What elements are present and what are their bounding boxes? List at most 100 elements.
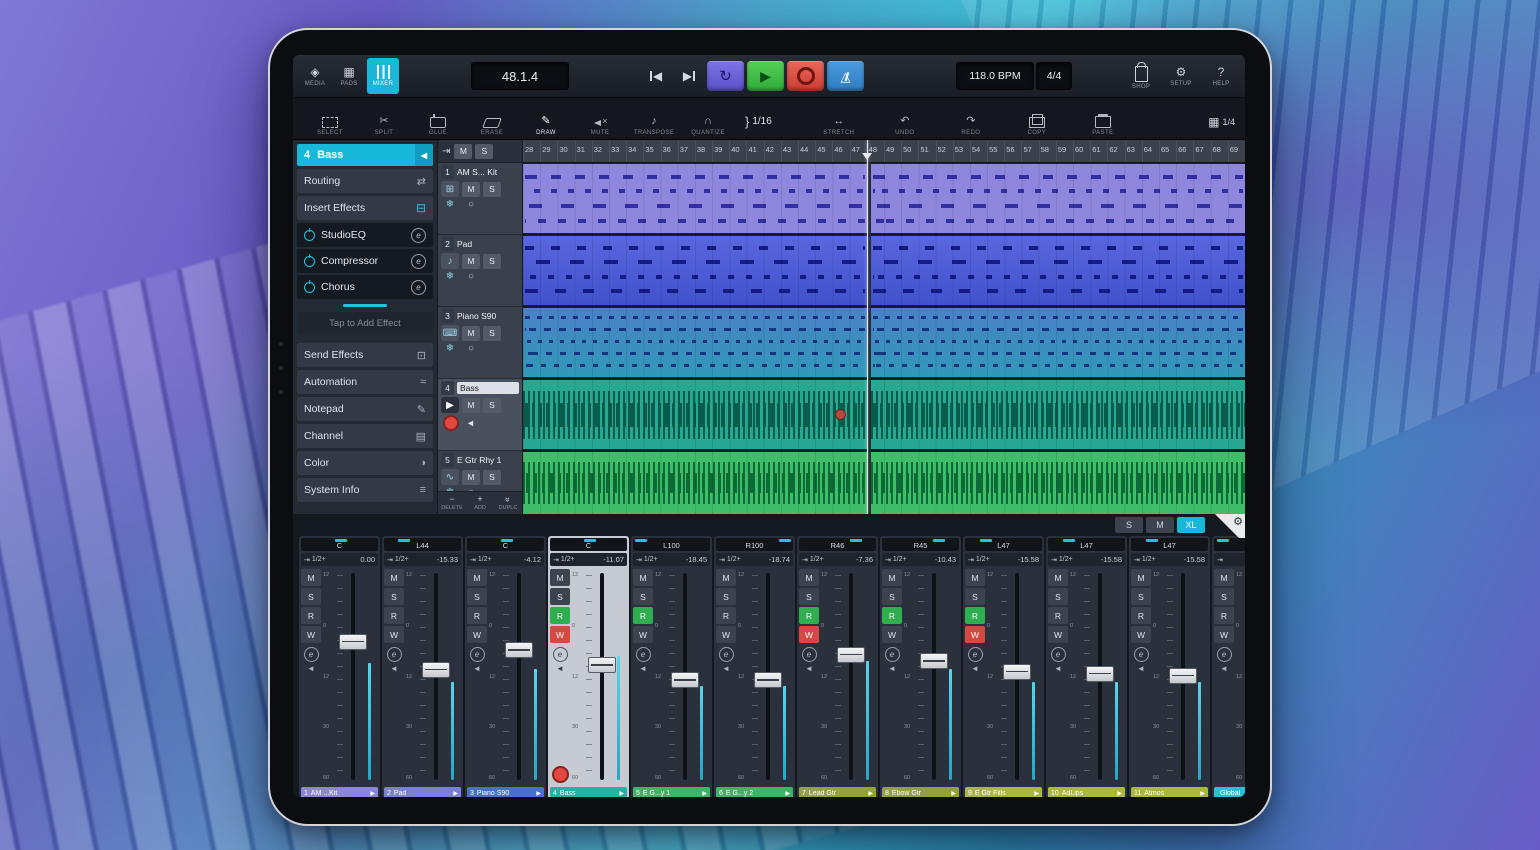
- track-solo-button[interactable]: S: [483, 398, 501, 413]
- inspector-collapse-button[interactable]: ◀: [415, 144, 433, 166]
- routing-row[interactable]: Routing ⇄: [297, 169, 433, 193]
- volume-fader[interactable]: 120123060: [655, 570, 707, 783]
- track-row[interactable]: 3 Piano S90 ⌨ M S ❄ ○: [438, 307, 522, 379]
- channel-solo-button[interactable]: S: [716, 588, 736, 605]
- channel-solo-button[interactable]: S: [633, 588, 653, 605]
- channel-eq-button[interactable]: e: [885, 647, 900, 662]
- auto-scroll-icon[interactable]: ⇥: [442, 146, 450, 157]
- track-action-button[interactable]: » DUPLC: [494, 492, 522, 514]
- clip-right[interactable]: [871, 308, 1245, 377]
- channel-label[interactable]: 8 Ebow Gtr ▶: [882, 787, 959, 797]
- input-routing-row[interactable]: ⇥ 1/2+ -18.45: [633, 553, 710, 566]
- channel-mute-button[interactable]: M: [467, 569, 487, 586]
- channel-label[interactable]: 11 Atmos ▶: [1131, 787, 1208, 797]
- track-row[interactable]: 2 Pad ♪ M S ❄ ○: [438, 235, 522, 307]
- tempo-display[interactable]: 118.0 BPM: [956, 62, 1034, 90]
- track-solo-button[interactable]: S: [483, 326, 501, 341]
- add-effect-button[interactable]: Tap to Add Effect: [297, 312, 433, 334]
- volume-fader[interactable]: 120123060: [904, 570, 956, 783]
- write-automation-button[interactable]: W: [633, 626, 653, 643]
- read-automation-button[interactable]: R: [1214, 607, 1234, 624]
- channel-mute-button[interactable]: M: [965, 569, 985, 586]
- track-instrument-icon[interactable]: ▶: [441, 397, 459, 413]
- forward-button[interactable]: ▶: [674, 61, 704, 91]
- volume-fader[interactable]: 120123060: [1153, 570, 1205, 783]
- channel-label[interactable]: 4 Bass ▶: [550, 787, 627, 797]
- channel-mute-button[interactable]: M: [1048, 569, 1068, 586]
- fader-cap[interactable]: [1086, 666, 1114, 682]
- volume-fader[interactable]: 120123060: [987, 570, 1039, 783]
- playhead-flag[interactable]: [862, 153, 872, 165]
- input-routing-row[interactable]: ⇥ 1/2+ -15.33: [384, 553, 461, 566]
- utility-button[interactable]: ⚙ SETUP: [1165, 58, 1197, 94]
- tool-button[interactable]: ↶ UNDO: [872, 115, 938, 136]
- channel-solo-button[interactable]: S: [301, 588, 321, 605]
- channel-mute-button[interactable]: M: [633, 569, 653, 586]
- inspector-section-row[interactable]: Color ◑: [297, 451, 433, 475]
- clip-right[interactable]: [871, 236, 1245, 305]
- track-row[interactable]: 4 Bass ▶ M S ❄ ○: [438, 379, 522, 451]
- channel-eq-button[interactable]: e: [1051, 647, 1066, 662]
- channel-solo-button[interactable]: S: [1048, 588, 1068, 605]
- channel-mute-button[interactable]: M: [799, 569, 819, 586]
- volume-fader[interactable]: 120123060: [738, 570, 790, 783]
- channel-eq-button[interactable]: e: [1134, 647, 1149, 662]
- volume-fader[interactable]: 120123060: [821, 570, 873, 783]
- channel-label[interactable]: Global ▶: [1214, 787, 1245, 797]
- track-freeze-icon[interactable]: ❄: [441, 343, 459, 354]
- track-monitor-icon[interactable]: ○: [462, 199, 480, 210]
- fader-cap[interactable]: [505, 642, 533, 658]
- channel-mute-button[interactable]: M: [384, 569, 404, 586]
- channel-record-arm-button[interactable]: [552, 766, 569, 783]
- mixer-size-button[interactable]: S: [1115, 517, 1143, 533]
- inspector-section-row[interactable]: Notepad ✎: [297, 397, 433, 421]
- mixer-size-button[interactable]: XL: [1177, 517, 1205, 533]
- write-automation-button[interactable]: W: [384, 626, 404, 643]
- write-automation-button[interactable]: W: [716, 626, 736, 643]
- track-mute-button[interactable]: M: [462, 254, 480, 269]
- timeline-ruler[interactable]: 2829303132333435363738394041424344454647…: [523, 140, 1245, 163]
- read-automation-button[interactable]: R: [550, 607, 570, 624]
- inspector-section-row[interactable]: Send Effects ⊡: [297, 343, 433, 367]
- input-routing-row[interactable]: ⇥ 1/2+ -15.58: [1048, 553, 1125, 566]
- read-automation-button[interactable]: R: [716, 607, 736, 624]
- channel-eq-button[interactable]: e: [802, 647, 817, 662]
- write-automation-button[interactable]: W: [550, 626, 570, 643]
- volume-fader[interactable]: 120123060: [489, 570, 541, 783]
- metronome-button[interactable]: △: [827, 61, 864, 91]
- volume-fader[interactable]: 120123060: [1070, 570, 1122, 783]
- pan-control[interactable]: L47: [1048, 538, 1125, 551]
- input-routing-row[interactable]: ⇥ 1/2+ 0.00: [301, 553, 378, 566]
- channel-mute-button[interactable]: M: [1131, 569, 1151, 586]
- track-monitor-icon[interactable]: ○: [462, 343, 480, 354]
- mixer-settings-gear-icon[interactable]: ⚙: [1233, 515, 1243, 528]
- pan-control[interactable]: L44: [384, 538, 461, 551]
- track-row[interactable]: 5 E Gtr Rhy 1 ∿ M S ❄ ○: [438, 451, 522, 491]
- track-monitor-icon[interactable]: ○: [462, 271, 480, 282]
- channel-eq-button[interactable]: e: [968, 647, 983, 662]
- channel-eq-button[interactable]: e: [719, 647, 734, 662]
- channel-label[interactable]: 9 E Gtr Fills ▶: [965, 787, 1042, 797]
- track-instrument-icon[interactable]: ⌨: [441, 325, 459, 341]
- pan-control[interactable]: C: [467, 538, 544, 551]
- channel-mute-button[interactable]: M: [1214, 569, 1234, 586]
- tool-button[interactable]: ↔ STRETCH: [806, 115, 872, 136]
- pan-control[interactable]: C: [301, 538, 378, 551]
- clip-handle-dot[interactable]: [835, 409, 846, 420]
- fader-cap[interactable]: [1169, 668, 1197, 684]
- fader-cap[interactable]: [339, 634, 367, 650]
- tool-button[interactable]: ↷ REDO: [938, 115, 1004, 136]
- fader-cap[interactable]: [920, 653, 948, 669]
- track-instrument-icon[interactable]: ⊞: [441, 181, 459, 197]
- write-automation-button[interactable]: W: [1048, 626, 1068, 643]
- fader-cap[interactable]: [837, 647, 865, 663]
- channel-label[interactable]: 7 Lead Gtr ▶: [799, 787, 876, 797]
- read-automation-button[interactable]: R: [1131, 607, 1151, 624]
- channel-solo-button[interactable]: S: [550, 588, 570, 605]
- write-automation-button[interactable]: W: [1214, 626, 1234, 643]
- volume-fader[interactable]: 120123060: [323, 570, 375, 783]
- effect-edit-button[interactable]: e: [411, 228, 426, 243]
- input-routing-row[interactable]: ⇥ 1/2+ -18.74: [716, 553, 793, 566]
- inspector-track-header[interactable]: 4 Bass ◀: [297, 144, 433, 166]
- write-automation-button[interactable]: W: [965, 626, 985, 643]
